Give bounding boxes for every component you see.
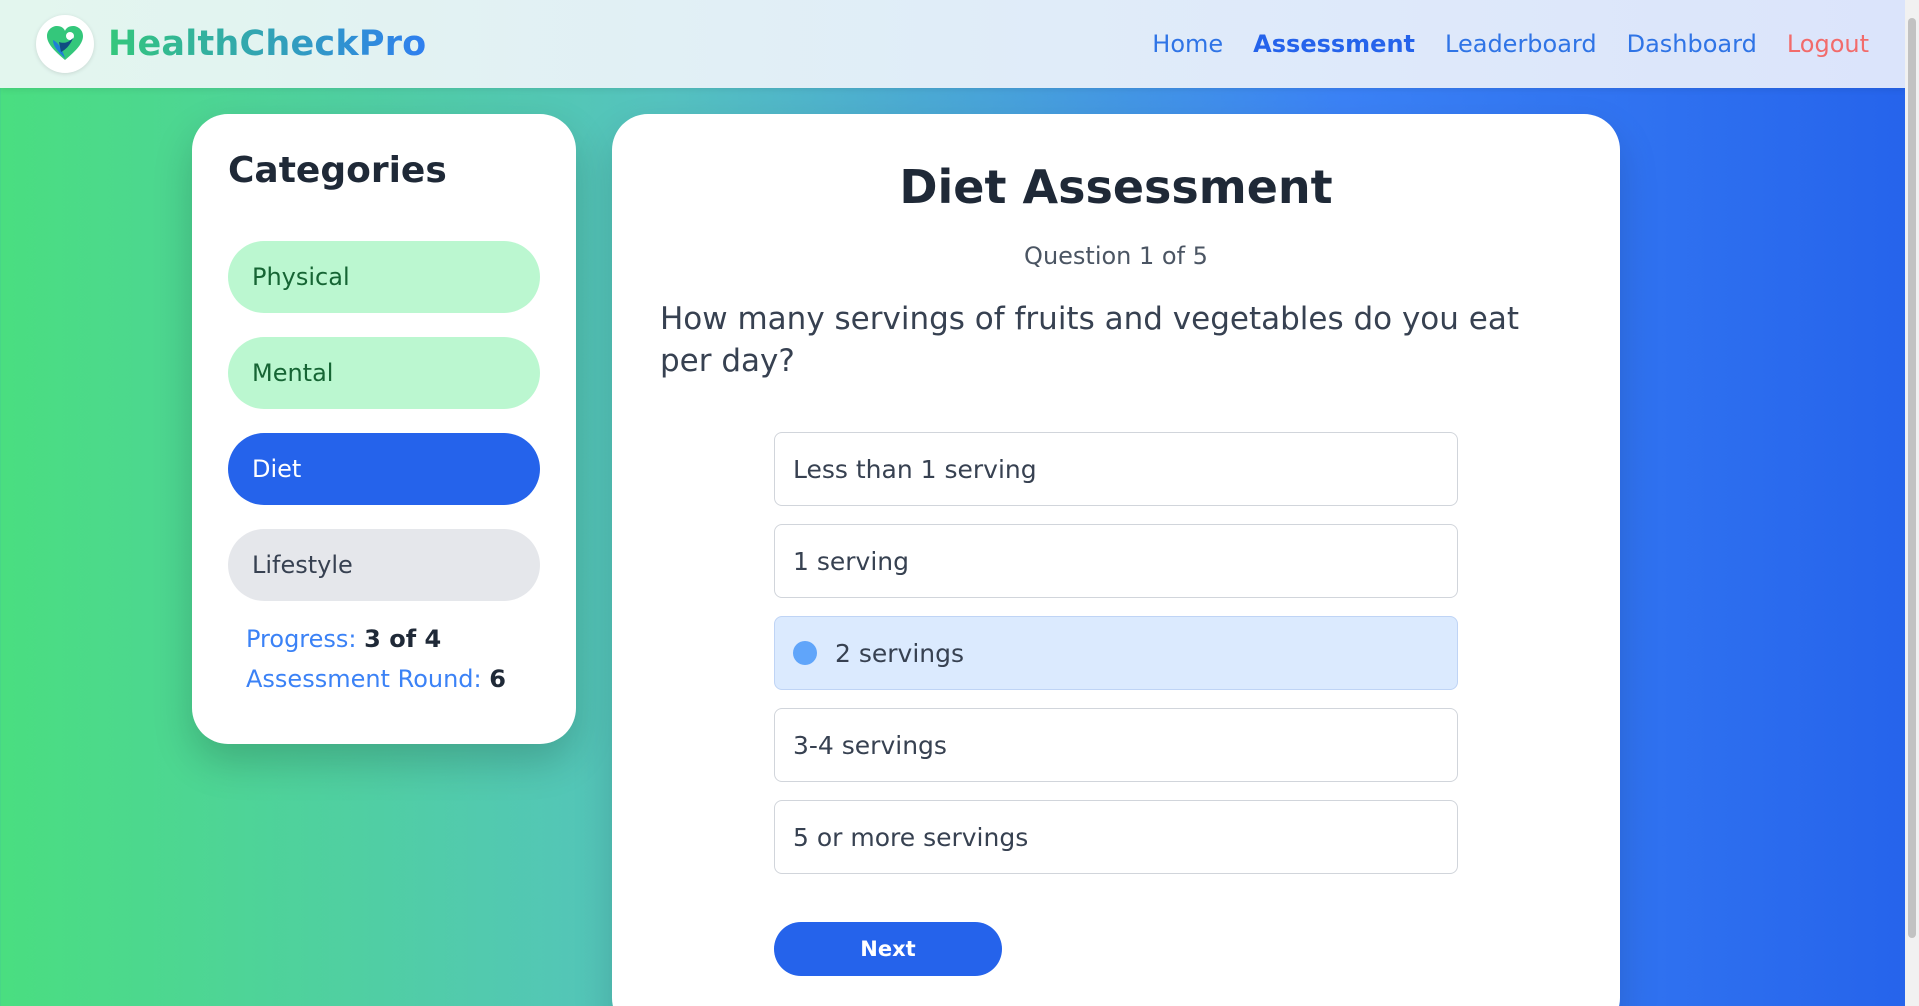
nav-home[interactable]: Home — [1152, 30, 1223, 58]
nav-assessment[interactable]: Assessment — [1253, 30, 1415, 58]
option-label: 5 or more servings — [793, 822, 1029, 852]
scrollbar-thumb[interactable] — [1908, 18, 1916, 938]
next-button[interactable]: Next — [774, 922, 1002, 976]
progress-label: Progress: — [246, 625, 357, 653]
assessment-title: Diet Assessment — [899, 160, 1333, 214]
category-mental[interactable]: Mental — [228, 337, 540, 409]
question-counter: Question 1 of 5 — [1024, 242, 1208, 270]
nav-links: Home Assessment Leaderboard Dashboard Lo… — [1122, 0, 1869, 88]
categories-panel: Categories Physical Mental Diet Lifestyl… — [192, 114, 576, 744]
option-1-serving[interactable]: 1 serving — [774, 524, 1458, 598]
round-line: Assessment Round: 6 — [246, 665, 540, 693]
category-lifestyle[interactable]: Lifestyle — [228, 529, 540, 601]
option-label: 2 servings — [835, 638, 965, 668]
category-list: Physical Mental Diet Lifestyle — [228, 241, 540, 601]
nav-leaderboard[interactable]: Leaderboard — [1445, 30, 1597, 58]
nav-logout[interactable]: Logout — [1787, 30, 1869, 58]
selected-radio-icon — [793, 641, 817, 665]
top-navbar: HealthCheckPro Home Assessment Leaderboa… — [0, 0, 1905, 88]
option-5-or-more[interactable]: 5 or more servings — [774, 800, 1458, 874]
category-physical[interactable]: Physical — [228, 241, 540, 313]
brand[interactable]: HealthCheckPro — [36, 15, 426, 73]
round-label: Assessment Round: — [246, 665, 482, 693]
progress-line: Progress: 3 of 4 — [246, 625, 540, 653]
option-label: 3-4 servings — [793, 730, 947, 760]
nav-dashboard[interactable]: Dashboard — [1627, 30, 1757, 58]
category-diet[interactable]: Diet — [228, 433, 540, 505]
option-label: 1 serving — [793, 546, 909, 576]
assessment-card: Diet Assessment Question 1 of 5 How many… — [612, 114, 1620, 1006]
option-3-4-servings[interactable]: 3-4 servings — [774, 708, 1458, 782]
option-label: Less than 1 serving — [793, 454, 1037, 484]
categories-title: Categories — [228, 150, 447, 191]
answer-options: Less than 1 serving 1 serving 2 servings… — [774, 432, 1458, 892]
question-text: How many servings of fruits and vegetabl… — [660, 301, 1519, 379]
assessment-stats: Progress: 3 of 4 Assessment Round: 6 — [246, 625, 540, 693]
option-2-servings[interactable]: 2 servings — [774, 616, 1458, 690]
option-less-than-1[interactable]: Less than 1 serving — [774, 432, 1458, 506]
progress-value: 3 of 4 — [364, 625, 442, 653]
brand-name: HealthCheckPro — [108, 24, 427, 64]
page-scrollbar[interactable] — [1905, 0, 1919, 1006]
heart-leaf-icon — [36, 15, 94, 73]
round-value: 6 — [489, 665, 506, 693]
